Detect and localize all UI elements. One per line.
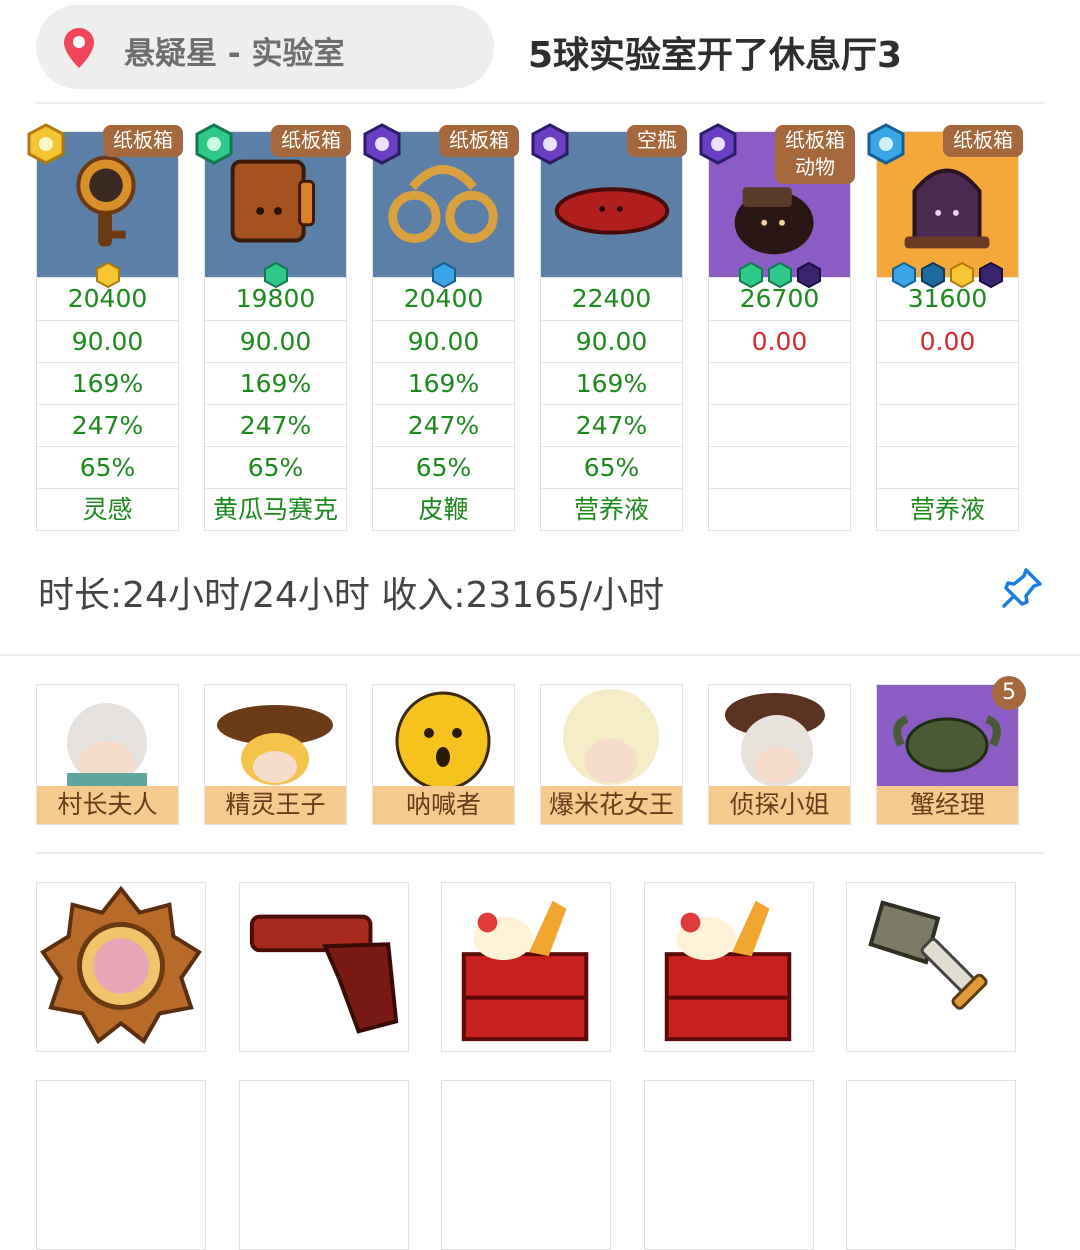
item-slot[interactable] xyxy=(644,882,814,1052)
green-medal-icon xyxy=(195,123,233,165)
bonus-2-value: 247% xyxy=(37,404,178,446)
item-slot-empty[interactable] xyxy=(441,1080,611,1250)
bonus-2-value: 247% xyxy=(205,404,346,446)
staff-portrait xyxy=(373,685,514,787)
output-value: 22400 xyxy=(571,284,652,313)
bonus-2-value: 247% xyxy=(373,404,514,446)
material-tag: 纸板箱 xyxy=(943,125,1023,157)
material-tag: 纸板箱 xyxy=(103,125,183,157)
quality-value: 90.00 xyxy=(373,320,514,362)
staff-card[interactable]: 精灵王子 xyxy=(204,684,347,825)
product-name xyxy=(709,488,850,530)
staff-name: 村长夫人 xyxy=(37,786,178,824)
item-slot[interactable] xyxy=(239,882,409,1052)
staff-portrait xyxy=(205,685,346,787)
sun-medal-icon xyxy=(27,123,65,165)
staff-card[interactable]: 呐喊者 xyxy=(372,684,515,825)
divider xyxy=(0,654,1080,656)
quality-value: 90.00 xyxy=(37,320,178,362)
product-name: 灵感 xyxy=(37,488,178,530)
machine-stats: 31600 0.00 营养液 xyxy=(876,278,1019,531)
level-badge: 5 xyxy=(992,676,1026,710)
bonus-1-value: 169% xyxy=(37,362,178,404)
moon-medal-icon xyxy=(531,123,569,165)
quality-value: 90.00 xyxy=(205,320,346,362)
item-slot[interactable] xyxy=(36,882,206,1052)
bonus-3-value: 65% xyxy=(37,446,178,488)
bonus-1-value: 169% xyxy=(541,362,682,404)
location-label[interactable]: 悬疑星 - 实验室 xyxy=(124,28,344,73)
output-value: 20400 xyxy=(403,284,484,313)
quality-value: 90.00 xyxy=(541,320,682,362)
staff-portrait xyxy=(37,685,178,787)
product-name: 营养液 xyxy=(877,488,1018,530)
material-tag: 纸板箱 xyxy=(439,125,519,157)
bonus-3-value: 65% xyxy=(373,446,514,488)
bonus-1-value xyxy=(877,362,1018,404)
product-name: 营养液 xyxy=(541,488,682,530)
machine-stats: 26700 0.00 xyxy=(708,278,851,531)
bonus-3-value: 65% xyxy=(541,446,682,488)
product-name: 黄瓜马赛克 xyxy=(205,488,346,530)
staff-name: 蟹经理 xyxy=(877,786,1018,824)
bonus-1-value: 169% xyxy=(205,362,346,404)
item-slot-empty[interactable] xyxy=(846,1080,1016,1250)
machine-stats: 20400 90.00 169% 247% 65% 灵感 xyxy=(36,278,179,531)
bonus-3-value xyxy=(877,446,1018,488)
item-slot-empty[interactable] xyxy=(36,1080,206,1250)
staff-portrait xyxy=(541,685,682,787)
bonus-2-value xyxy=(877,404,1018,446)
divider xyxy=(36,102,1044,104)
staff-name: 侦探小姐 xyxy=(709,786,850,824)
material-tag: 空瓶 xyxy=(627,125,687,157)
quality-value: 0.00 xyxy=(709,320,850,362)
divider xyxy=(36,852,1044,854)
staff-card[interactable]: 爆米花女王 xyxy=(540,684,683,825)
output-value: 20400 xyxy=(67,284,148,313)
bonus-3-value: 65% xyxy=(205,446,346,488)
bonus-1-value: 169% xyxy=(373,362,514,404)
output-value: 26700 xyxy=(739,284,820,313)
bonus-2-value: 247% xyxy=(541,404,682,446)
pushpin-icon[interactable] xyxy=(1000,566,1044,610)
material-tag: 纸板箱 动物 xyxy=(775,125,855,184)
machine-stats: 22400 90.00 169% 247% 65% 营养液 xyxy=(540,278,683,531)
material-tag: 纸板箱 xyxy=(271,125,351,157)
sword-item-icon xyxy=(868,900,988,1010)
pistol-item-icon xyxy=(249,914,399,1034)
quality-value: 0.00 xyxy=(877,320,1018,362)
bonus-3-value xyxy=(709,446,850,488)
water-medal-icon xyxy=(867,123,905,165)
machine-stats: 19800 90.00 169% 247% 65% 黄瓜马赛克 xyxy=(204,278,347,531)
moon-medal-icon xyxy=(363,123,401,165)
staff-name: 精灵王子 xyxy=(205,786,346,824)
item-slot-empty[interactable] xyxy=(239,1080,409,1250)
machine-stats: 20400 90.00 169% 247% 65% 皮鞭 xyxy=(372,278,515,531)
material-tag-line: 纸板箱 xyxy=(785,128,845,152)
moon-medal-icon xyxy=(699,123,737,165)
item-slot[interactable] xyxy=(846,882,1016,1052)
staff-card[interactable]: 侦探小姐 xyxy=(708,684,851,825)
bento-box-icon xyxy=(664,900,792,1042)
item-slot-empty[interactable] xyxy=(644,1080,814,1250)
bonus-2-value xyxy=(709,404,850,446)
output-value: 31600 xyxy=(907,284,988,313)
bonus-1-value xyxy=(709,362,850,404)
bento-box-icon xyxy=(461,900,589,1042)
page-title: 5球实验室开了休息厅3 xyxy=(528,35,903,76)
product-name: 皮鞭 xyxy=(373,488,514,530)
output-value: 19800 xyxy=(235,284,316,313)
income-summary: 时长:24小时/24小时 收入:23165/小时 xyxy=(38,575,665,616)
staff-portrait xyxy=(709,685,850,787)
staff-card[interactable]: 村长夫人 xyxy=(36,684,179,825)
map-pin-icon xyxy=(64,28,94,68)
item-slot[interactable] xyxy=(441,882,611,1052)
material-tag-line: 动物 xyxy=(795,155,835,179)
medal-item-icon xyxy=(40,885,202,1045)
staff-name: 爆米花女王 xyxy=(541,786,682,824)
staff-name: 呐喊者 xyxy=(373,786,514,824)
